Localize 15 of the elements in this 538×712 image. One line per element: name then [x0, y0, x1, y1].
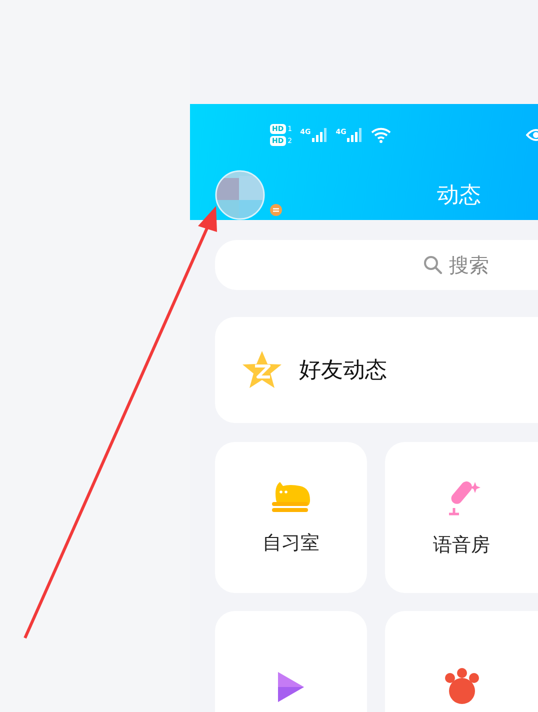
signal-icon: [347, 128, 364, 142]
tile-label: 自习室: [262, 530, 320, 556]
star-icon: [241, 350, 283, 390]
signal-icon: [312, 128, 328, 142]
page-title: 动态: [437, 182, 481, 210]
wifi-icon: [371, 127, 392, 143]
tile-label: 语音房: [433, 532, 490, 558]
feature-tile[interactable]: 自习室: [215, 442, 367, 593]
status-badge-icon: [270, 204, 282, 216]
search-field[interactable]: 搜索: [215, 240, 538, 290]
cat-icon: [270, 480, 312, 514]
feed-label: 好友动态: [299, 357, 387, 385]
friend-feed-card[interactable]: 好友动态: [215, 317, 538, 423]
feature-tile[interactable]: 语音房: [385, 442, 538, 593]
play-icon: [276, 670, 306, 704]
